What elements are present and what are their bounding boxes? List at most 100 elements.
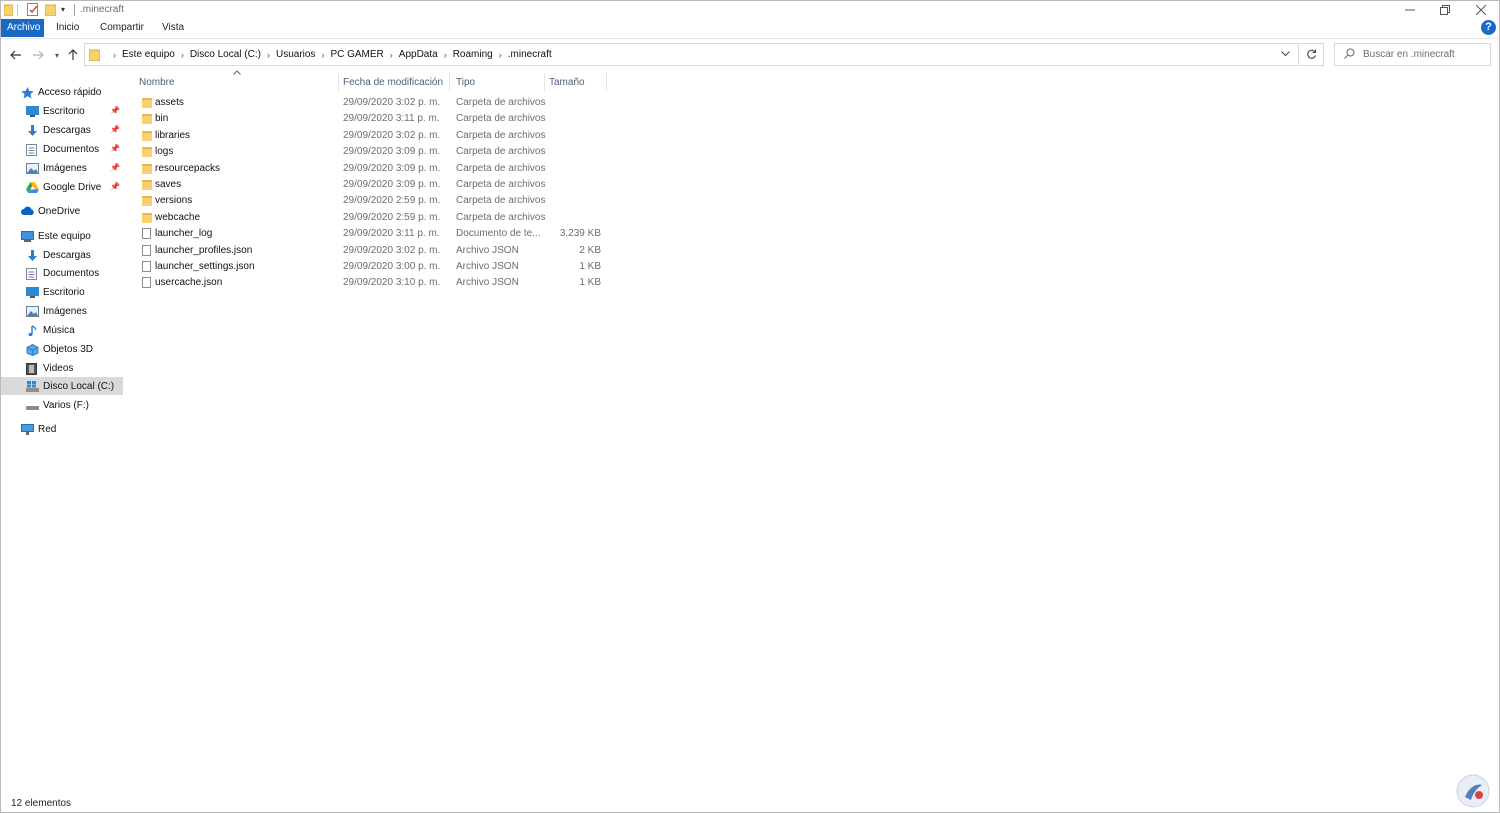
breadcrumb-minecraft[interactable]: .minecraft: [508, 49, 552, 60]
column-header-size[interactable]: Tamaño: [549, 74, 585, 91]
file-date: 29/09/2020 3:09 p. m.: [343, 162, 441, 174]
column-header-type[interactable]: Tipo: [456, 74, 475, 91]
nav-pc-varios[interactable]: Varios (F:): [1, 396, 123, 414]
close-button[interactable]: [1463, 1, 1499, 19]
nav-pc-videos[interactable]: Videos: [1, 359, 123, 377]
file-row[interactable]: webcache 29/09/2020 2:59 p. m. Carpeta de …: [139, 210, 609, 226]
nav-item-label: Escritorio: [43, 286, 85, 298]
up-arrow-icon[interactable]: [64, 46, 82, 64]
nav-este-equipo[interactable]: Este equipo: [1, 227, 123, 245]
file-row[interactable]: launcher_log 29/09/2020 3:11 p. m. Documen…: [139, 226, 609, 242]
tab-archivo[interactable]: Archivo: [1, 19, 44, 37]
nav-quick-google-drive[interactable]: Google Drive 📌: [1, 178, 123, 196]
new-folder-icon[interactable]: [44, 4, 57, 17]
nav-item-label: Acceso rápido: [38, 86, 102, 98]
file-row[interactable]: bin 29/09/2020 3:11 p. m. Carpeta de archi…: [139, 111, 609, 127]
back-arrow-icon[interactable]: [7, 46, 25, 64]
star-icon: [21, 86, 34, 98]
address-bar[interactable]: › Este equipo › Disco Local (C:) › Usuar…: [84, 43, 1299, 66]
file-icon: [142, 228, 151, 240]
nav-quick-imagenes[interactable]: Imágenes 📌: [1, 159, 123, 177]
help-button[interactable]: ?: [1481, 20, 1496, 35]
pin-icon[interactable]: 📌: [110, 163, 120, 172]
nav-item-label: Imágenes: [43, 162, 87, 174]
file-row[interactable]: launcher_settings.json 29/09/2020 3:00 p.…: [139, 259, 609, 275]
minimize-button[interactable]: [1392, 1, 1428, 19]
watermark-logo: [1455, 773, 1491, 809]
search-box[interactable]: [1334, 43, 1491, 66]
file-row[interactable]: versions 29/09/2020 2:59 p. m. Carpeta de …: [139, 193, 609, 209]
nav-quick-documentos[interactable]: Documentos 📌: [1, 140, 123, 158]
nav-item-label: Videos: [43, 362, 74, 374]
tab-vista[interactable]: Vista: [156, 19, 190, 37]
nav-quick-descargas[interactable]: Descargas 📌: [1, 121, 123, 139]
folder-icon: [142, 98, 152, 108]
search-input[interactable]: [1363, 47, 1487, 62]
column-divider[interactable]: [338, 73, 339, 91]
nav-quick-access[interactable]: Acceso rápido: [1, 83, 123, 101]
breadcrumb-este-equipo[interactable]: Este equipo: [122, 49, 175, 60]
file-type: Documento de te...: [456, 228, 541, 240]
file-name: bin: [155, 113, 169, 125]
column-divider[interactable]: [449, 73, 450, 91]
file-date: 29/09/2020 2:59 p. m.: [343, 195, 441, 207]
column-header-date[interactable]: Fecha de modificación: [343, 74, 443, 91]
title-bar: ▾ .minecraft: [1, 1, 1499, 19]
address-dropdown-chevron-icon[interactable]: [1281, 49, 1290, 59]
desktop-icon: [26, 105, 39, 117]
nav-pc-descargas[interactable]: Descargas: [1, 246, 123, 264]
column-header-name[interactable]: Nombre: [139, 74, 175, 91]
breadcrumb-chevron-icon[interactable]: ›: [113, 50, 116, 60]
nav-pc-objetos-3d[interactable]: Objetos 3D: [1, 340, 123, 358]
breadcrumb-chevron-icon[interactable]: ›: [499, 50, 502, 60]
pin-icon[interactable]: 📌: [110, 182, 120, 191]
breadcrumb-chevron-icon[interactable]: ›: [321, 50, 324, 60]
breadcrumb-chevron-icon[interactable]: ›: [267, 50, 270, 60]
file-type: Archivo JSON: [456, 277, 519, 289]
download-arrow-icon: [26, 249, 39, 261]
refresh-icon[interactable]: [1300, 43, 1324, 66]
pin-icon[interactable]: 📌: [110, 125, 120, 134]
nav-red[interactable]: Red: [1, 420, 123, 438]
breadcrumb-pc-gamer[interactable]: PC GAMER: [330, 49, 383, 60]
file-date: 29/09/2020 2:59 p. m.: [343, 211, 441, 223]
restore-button[interactable]: [1427, 1, 1463, 19]
nav-pc-musica[interactable]: Música: [1, 321, 123, 339]
forward-arrow-icon[interactable]: [29, 46, 47, 64]
file-name: launcher_settings.json: [155, 261, 255, 272]
pin-icon[interactable]: 📌: [110, 106, 120, 115]
column-divider[interactable]: [544, 73, 545, 91]
breadcrumb-appdata[interactable]: AppData: [399, 49, 438, 60]
nav-pc-disco-local[interactable]: Disco Local (C:): [1, 377, 123, 395]
breadcrumb-chevron-icon[interactable]: ›: [444, 50, 447, 60]
column-divider[interactable]: [606, 73, 607, 91]
nav-quick-escritorio[interactable]: Escritorio 📌: [1, 102, 123, 120]
nav-pc-imagenes[interactable]: Imágenes: [1, 302, 123, 320]
breadcrumb-usuarios[interactable]: Usuarios: [276, 49, 315, 60]
breadcrumb-chevron-icon[interactable]: ›: [390, 50, 393, 60]
file-row[interactable]: launcher_profiles.json 29/09/2020 3:02 p.…: [139, 243, 609, 259]
tab-compartir[interactable]: Compartir: [94, 19, 150, 37]
breadcrumb-chevron-icon[interactable]: ›: [181, 50, 184, 60]
nav-onedrive[interactable]: OneDrive: [1, 202, 123, 220]
nav-pc-documentos[interactable]: Documentos: [1, 264, 123, 282]
file-date: 29/09/2020 3:11 p. m.: [343, 228, 440, 240]
file-type: Carpeta de archivos: [456, 211, 546, 223]
properties-icon[interactable]: [27, 3, 39, 16]
nav-pc-escritorio[interactable]: Escritorio: [1, 283, 123, 301]
file-row[interactable]: usercache.json 29/09/2020 3:10 p. m. Archi…: [139, 275, 609, 291]
file-row[interactable]: saves 29/09/2020 3:09 p. m. Carpeta de arc…: [139, 177, 609, 193]
pictures-icon: [26, 162, 39, 174]
computer-icon: [21, 230, 34, 242]
file-row[interactable]: resourcepacks 29/09/2020 3:09 p. m. Carpet…: [139, 161, 609, 177]
customize-quick-access-icon[interactable]: ▾: [61, 5, 65, 19]
file-name: launcher_profiles.json: [155, 244, 253, 256]
navigation-bar: ▾ › Este equipo › Disco Local (C:) › Usu…: [1, 38, 1499, 70]
pin-icon[interactable]: 📌: [110, 144, 120, 153]
breadcrumb-roaming[interactable]: Roaming: [453, 49, 493, 60]
file-row[interactable]: libraries 29/09/2020 3:02 p. m. Carpeta de…: [139, 128, 609, 144]
file-row[interactable]: assets 29/09/2020 3:02 p. m. Carpeta de ar…: [139, 95, 609, 111]
breadcrumb-disco-local[interactable]: Disco Local (C:): [190, 49, 261, 60]
file-row[interactable]: logs 29/09/2020 3:09 p. m. Carpeta de arch…: [139, 144, 609, 160]
tab-inicio[interactable]: Inicio: [50, 19, 85, 37]
